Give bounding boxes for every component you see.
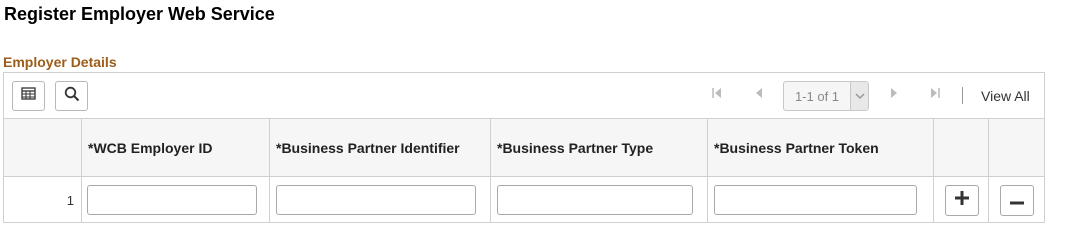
chevron-down-icon: [850, 82, 868, 110]
column-header-label: *Business Partner Token: [714, 140, 879, 156]
business-partner-identifier-input[interactable]: [276, 185, 476, 215]
search-icon: [64, 86, 80, 107]
column-header-label: *Business Partner Identifier: [276, 140, 460, 156]
business-partner-type-cell: [491, 177, 708, 222]
pager-text: 1-1 of 1: [794, 88, 840, 104]
last-page-icon[interactable]: [929, 86, 941, 102]
minus-icon: [1010, 192, 1024, 210]
table-row: 1: [4, 177, 1044, 222]
row-number-cell: 1: [4, 177, 82, 222]
row-number-header: [4, 119, 82, 176]
column-header-wcb-employer-id: *WCB Employer ID: [82, 119, 270, 176]
add-row-cell: [934, 177, 989, 222]
employer-details-grid: 1-1 of 1 View All *WCB Employer ID *Busi…: [3, 72, 1045, 223]
grid-toolbar: 1-1 of 1 View All: [4, 73, 1044, 119]
grid-personalize-icon: [20, 86, 37, 106]
add-row-header: [934, 119, 989, 176]
plus-icon: [955, 191, 969, 210]
business-partner-token-cell: [708, 177, 934, 222]
column-header-label: *Business Partner Type: [497, 140, 654, 156]
column-header-business-partner-token: *Business Partner Token: [708, 119, 934, 176]
pager-select[interactable]: 1-1 of 1: [783, 81, 869, 111]
column-header-business-partner-type: *Business Partner Type: [491, 119, 708, 176]
business-partner-identifier-cell: [270, 177, 491, 222]
column-header-label: *WCB Employer ID: [88, 140, 213, 156]
business-partner-type-input[interactable]: [497, 185, 693, 215]
page-title: Register Employer Web Service: [4, 4, 275, 24]
delete-row-cell: [989, 177, 1044, 222]
row-number: 1: [66, 193, 74, 208]
delete-row-button[interactable]: [1000, 185, 1034, 216]
add-row-button[interactable]: [945, 185, 979, 216]
column-header-business-partner-identifier: *Business Partner Identifier: [270, 119, 491, 176]
next-page-icon[interactable]: [889, 86, 899, 102]
grid-header-row: *WCB Employer ID *Business Partner Ident…: [4, 119, 1044, 177]
find-button[interactable]: [55, 81, 88, 111]
delete-row-header: [989, 119, 1044, 176]
section-title: Employer Details: [3, 54, 117, 70]
view-all-link[interactable]: View All: [981, 88, 1030, 104]
business-partner-token-input[interactable]: [714, 185, 917, 215]
personalize-button[interactable]: [12, 81, 45, 111]
previous-page-icon[interactable]: [754, 86, 764, 102]
wcb-employer-id-input[interactable]: [87, 185, 257, 215]
wcb-employer-id-cell: [82, 177, 270, 222]
first-page-icon[interactable]: [711, 86, 723, 102]
toolbar-divider: [962, 87, 963, 104]
